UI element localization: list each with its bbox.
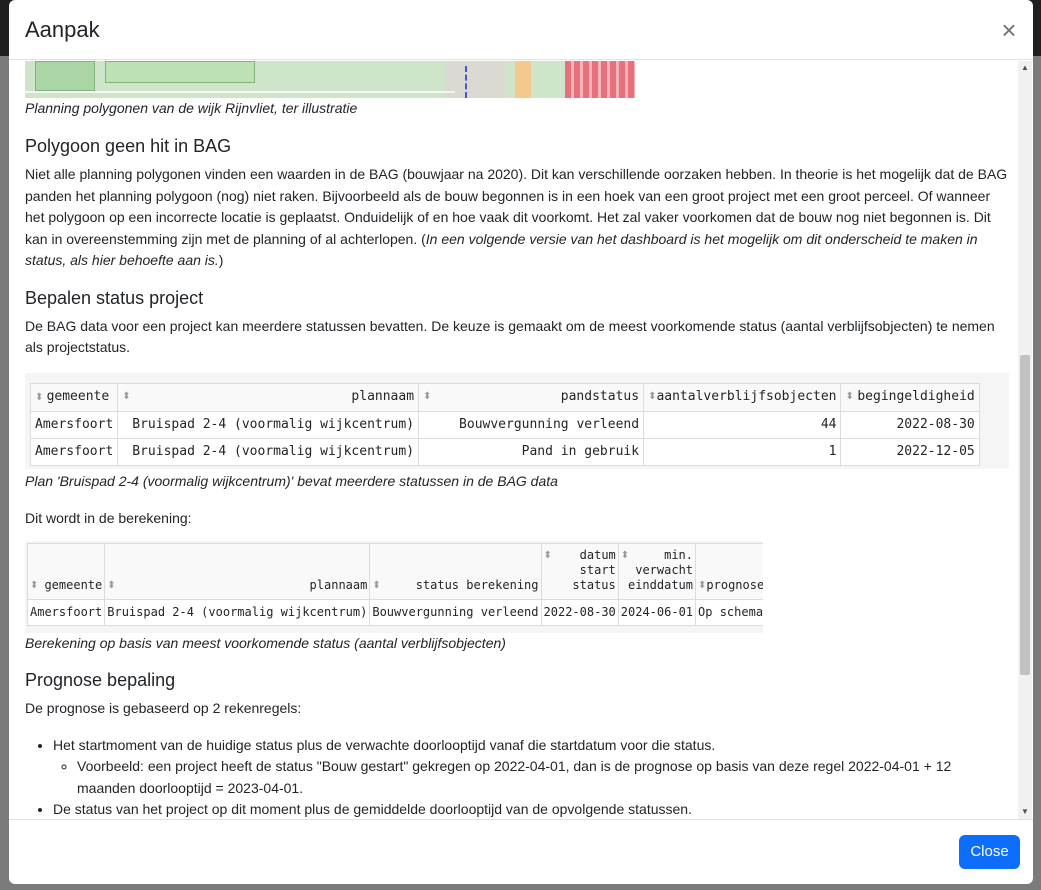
modal-title: Aanpak [25, 16, 100, 42]
column-header[interactable]: ⬍ gemeente [29, 382, 119, 412]
table-row: Amersfoort Bruispad 2-4 (voormalig wijkce… [29, 410, 980, 439]
close-button[interactable]: Close [959, 835, 1020, 869]
modal-footer: Close [9, 819, 1033, 884]
sort-icon: ⬍ [543, 549, 552, 561]
section-heading-prognose: Prognose bepaling [25, 669, 176, 690]
modal-header: Aanpak × [9, 0, 1033, 60]
column-header[interactable]: ⬍ min. verwacht einddatum [617, 542, 697, 600]
modal-dialog: Aanpak × Planning polygonen van de wijk … [9, 0, 1033, 884]
list-item: Het startmoment van de huidige status pl… [53, 735, 1009, 800]
scroll-up-icon[interactable]: ▲ [1018, 61, 1032, 75]
table-cell: 1 [643, 437, 842, 466]
column-header[interactable]: ⬍ status berekening [369, 542, 542, 600]
section-heading-status: Bepalen status project [25, 287, 204, 308]
table-row: Amersfoort Bruispad 2-4 (voormalig wijkce… [29, 437, 980, 466]
sort-icon: ⬍ [122, 391, 131, 402]
column-header[interactable]: ⬍ pandstatus [418, 382, 645, 412]
scroll-down-icon[interactable]: ▼ [1018, 805, 1032, 819]
table-bag-statuses: ⬍ gemeente ⬍ plannaam ⬍ pandstatus ⬍ aantal… [25, 372, 1009, 469]
list-item: Voorbeeld: een project heeft de status "… [77, 756, 1009, 799]
table-cell: 2022-08-30 [840, 410, 980, 439]
prognose-list: Het startmoment van de huidige status pl… [25, 735, 1009, 820]
section-text-prognose: De prognose is gebaseerd op 2 rekenregel… [25, 699, 302, 716]
table-cell: Amersfoort [26, 598, 106, 626]
sort-icon: ⬍ [845, 391, 854, 402]
sort-icon: ⬍ [620, 549, 630, 561]
section-heading-polygoon: Polygoon geen hit in BAG [25, 136, 232, 156]
sort-icon: ⬍ [107, 579, 116, 591]
sort-icon: ⬍ [35, 391, 47, 403]
table-berekening: ⬍ gemeente ⬍ plannaam ⬍ status berekening ⬍ dat… [25, 540, 763, 633]
column-header[interactable]: ⬍ plannaam [104, 542, 371, 600]
sort-icon: ⬍ [698, 579, 707, 591]
table-cell: Pand in gebruik [418, 437, 645, 466]
table-cell: Amersfoort [29, 410, 119, 439]
column-header[interactable]: ⬍ prognose [695, 542, 763, 600]
column-header[interactable]: ⬍ datum start status [540, 542, 619, 600]
scrollbar[interactable]: ▲ ▼ [1018, 61, 1032, 819]
table2-caption: Berekening op basis van meest voorkomend… [25, 634, 506, 651]
table-cell: Bruispad 2-4 (voormalig wijkcentrum) [117, 410, 420, 439]
map-image [25, 61, 635, 98]
sort-icon: ⬍ [372, 579, 381, 591]
sort-icon: ⬍ [30, 579, 39, 591]
table-cell: Bruispad 2-4 (voormalig wijkcentrum) [117, 437, 420, 466]
column-header[interactable]: ⬍ aantalverblijfsobjecten [643, 382, 842, 412]
table-cell: Bouwvergunning verleend [418, 410, 645, 439]
modal-content: Planning polygonen van de wijk Rijnvliet… [25, 61, 1009, 819]
table-cell: Op schema [695, 598, 763, 626]
list-item: De status van het project op dit moment … [53, 799, 1009, 819]
table-cell: Bouwvergunning verleend [369, 598, 542, 626]
table-cell: 2022-08-30 [540, 598, 619, 626]
scroll-thumb[interactable] [1020, 355, 1030, 675]
section-text-status: De BAG data voor een project kan meerder… [25, 317, 995, 356]
table1-caption: Plan 'Bruispad 2-4 (voormalig wijkcentru… [25, 472, 558, 489]
table-cell: Bruispad 2-4 (voormalig wijkcentrum) [104, 598, 371, 626]
table-cell: 44 [643, 410, 842, 439]
column-header[interactable]: ⬍ plannaam [117, 382, 420, 412]
table-cell: 2022-12-05 [840, 437, 980, 466]
table-cell: 2024-06-01 [617, 598, 697, 626]
sort-icon: ⬍ [423, 391, 432, 402]
modal-body[interactable]: Planning polygonen van de wijk Rijnvliet… [9, 61, 1033, 819]
section-text-polygoon: Niet alle planning polygonen vinden een … [25, 166, 1008, 268]
table-cell: Amersfoort [29, 437, 119, 466]
intro-berekening: Dit wordt in de berekening: [25, 509, 192, 526]
column-header[interactable]: ⬍ begingeldigheid [840, 382, 980, 412]
close-icon[interactable]: × [997, 17, 1021, 43]
column-header[interactable]: ⬍ gemeente [26, 542, 106, 600]
table-row: Amersfoort Bruispad 2-4 (voormalig wijkce… [26, 598, 763, 626]
map-caption: Planning polygonen van de wijk Rijnvliet… [25, 100, 358, 116]
